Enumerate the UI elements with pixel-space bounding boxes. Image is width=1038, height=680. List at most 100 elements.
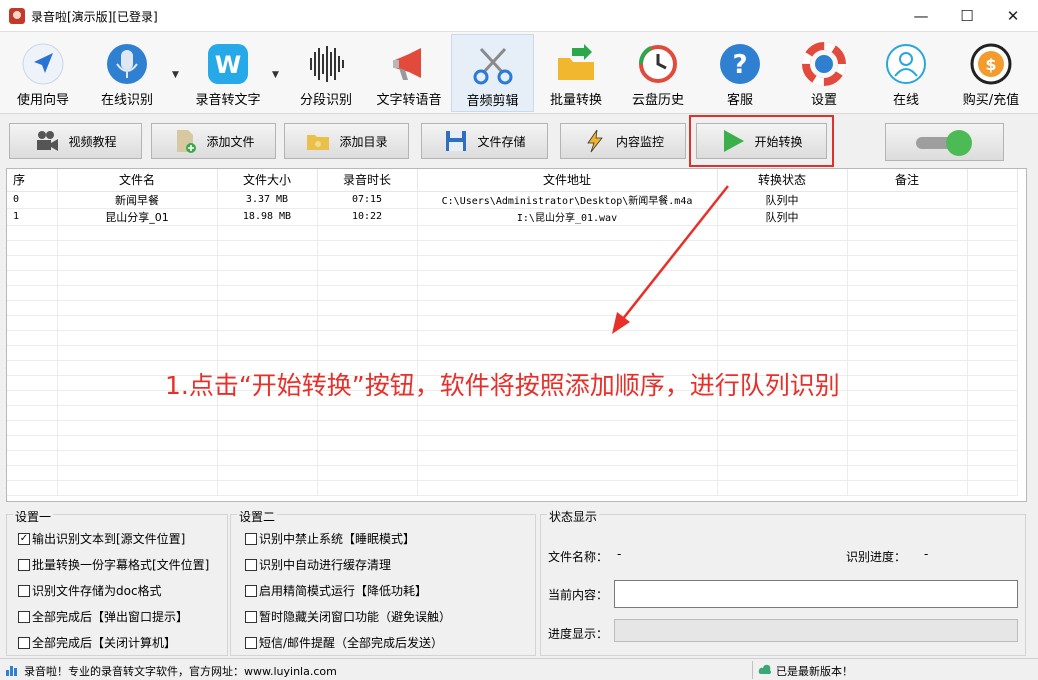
app-logo-icon bbox=[9, 8, 25, 24]
maximize-button[interactable]: ☐ bbox=[944, 0, 990, 32]
add-file-button[interactable]: 添加文件 bbox=[151, 123, 276, 159]
cell-index: 1 bbox=[7, 208, 58, 226]
waveform-icon bbox=[310, 46, 344, 82]
checkbox-lite-mode[interactable]: 启用精简模式运行【降低功耗】 bbox=[245, 582, 427, 599]
online-recognize-dropdown-icon[interactable]: ▼ bbox=[172, 70, 179, 80]
checkbox-no-sleep[interactable]: 识别中禁止系统【睡眠模式】 bbox=[245, 530, 415, 547]
empty-row bbox=[7, 420, 1018, 436]
table-row[interactable]: 0 新闻早餐 3.37 MB 07:15 C:\Users\Administra… bbox=[7, 191, 1018, 209]
empty-row bbox=[7, 255, 1018, 271]
toolbar-customer-service-button[interactable]: ? 客服 bbox=[710, 34, 770, 112]
progress-bar bbox=[614, 619, 1018, 642]
progress-display-label: 进度显示： bbox=[548, 627, 609, 641]
column-header-path[interactable]: 文件地址 bbox=[417, 169, 718, 192]
checkbox-box[interactable] bbox=[18, 636, 30, 649]
checkbox-shutdown-on-done[interactable]: 全部完成后【关闭计算机】 bbox=[18, 634, 176, 651]
checkbox-sms-email[interactable]: 短信/邮件提醒（全部完成后发送） bbox=[245, 634, 443, 651]
clock-history-icon bbox=[639, 45, 677, 83]
progress-value: - bbox=[924, 547, 929, 561]
file-storage-button[interactable]: 文件存储 bbox=[421, 123, 548, 159]
column-header-filesize[interactable]: 文件大小 bbox=[217, 169, 318, 192]
toolbar-online-button[interactable]: 在线 bbox=[876, 34, 936, 112]
file-name-label: 文件名称： bbox=[548, 550, 609, 564]
navigation-arrow-icon bbox=[22, 43, 64, 85]
checkbox-box[interactable] bbox=[245, 532, 257, 545]
add-folder-button[interactable]: 添加目录 bbox=[284, 123, 409, 159]
toolbar-purchase-button[interactable]: $ 购买/充值 bbox=[954, 34, 1028, 112]
checkbox-save-doc[interactable]: 识别文件存储为doc格式 bbox=[18, 582, 162, 599]
checkbox-hide-close[interactable]: 暂时隐藏关闭窗口功能（避免误触） bbox=[245, 608, 451, 625]
checkbox-box[interactable] bbox=[18, 584, 30, 597]
bar-chart-icon bbox=[6, 666, 17, 676]
column-header-filename[interactable]: 文件名 bbox=[57, 169, 218, 192]
empty-row bbox=[7, 405, 1018, 421]
minimize-button[interactable]: — bbox=[898, 0, 944, 32]
empty-row bbox=[7, 465, 1018, 481]
empty-row bbox=[7, 345, 1018, 361]
empty-row bbox=[7, 435, 1018, 451]
empty-row bbox=[7, 300, 1018, 316]
empty-row bbox=[7, 315, 1018, 331]
content-monitor-button[interactable]: 内容监控 bbox=[560, 123, 686, 159]
close-button[interactable]: ✕ bbox=[990, 0, 1036, 32]
cell-duration: 07:15 bbox=[317, 191, 418, 209]
checkbox-popup-on-done[interactable]: 全部完成后【弹出窗口提示】 bbox=[18, 608, 188, 625]
empty-row bbox=[7, 285, 1018, 301]
checkbox-box[interactable] bbox=[245, 558, 257, 571]
checkbox-cache-clean[interactable]: 识别中自动进行缓存清理 bbox=[245, 556, 391, 573]
checkbox-box[interactable] bbox=[245, 584, 257, 597]
main-toolbar: 使用向导 在线识别 ▼ W 录音转文字 ▼ 分段识别 文字转语音 音频剪辑 批量… bbox=[0, 32, 1038, 114]
cell-filesize: 3.37 MB bbox=[217, 191, 318, 209]
toolbar-batch-convert-button[interactable]: 批量转换 bbox=[542, 34, 610, 112]
audio-to-text-dropdown-icon[interactable]: ▼ bbox=[272, 70, 279, 80]
cell-filler bbox=[967, 208, 1018, 226]
checkbox-box[interactable] bbox=[245, 610, 257, 623]
checkbox-box[interactable] bbox=[245, 636, 257, 649]
checkbox-box[interactable] bbox=[18, 558, 30, 571]
scissors-icon bbox=[473, 47, 512, 85]
microphone-icon bbox=[107, 44, 147, 84]
cell-status: 队列中 bbox=[717, 208, 848, 226]
current-content-field[interactable] bbox=[614, 580, 1018, 608]
table-header-row: 序 文件名 文件大小 录音时长 文件地址 转换状态 备注 bbox=[7, 169, 1018, 192]
svg-text:$: $ bbox=[985, 55, 996, 74]
toolbar-audio-edit-button[interactable]: 音频剪辑 bbox=[451, 34, 534, 112]
file-name-value: - bbox=[617, 547, 622, 561]
cell-filename: 新闻早餐 bbox=[57, 191, 218, 209]
checkbox-box[interactable] bbox=[18, 610, 30, 623]
column-header-status[interactable]: 转换状态 bbox=[717, 169, 848, 192]
checkbox-box[interactable]: ✓ bbox=[18, 532, 30, 545]
column-header-notes[interactable]: 备注 bbox=[847, 169, 968, 192]
toolbar-settings-button[interactable]: 设置 bbox=[794, 34, 854, 112]
cell-duration: 10:22 bbox=[317, 208, 418, 226]
help-question-icon: ? bbox=[720, 44, 760, 84]
w-app-icon: W bbox=[208, 44, 248, 84]
table-row[interactable]: 1 昆山分享_01 18.98 MB 10:22 I:\昆山分享_01.wav … bbox=[7, 208, 1018, 226]
status-bar-divider bbox=[752, 661, 753, 679]
empty-row bbox=[7, 240, 1018, 256]
video-tutorial-button[interactable]: 视频教程 bbox=[9, 123, 142, 159]
checkbox-output-to-source[interactable]: ✓ 输出识别文本到[源文件位置] bbox=[18, 530, 185, 547]
column-header-index[interactable]: 序 bbox=[7, 169, 58, 192]
toolbar-cloud-history-button[interactable]: 云盘历史 bbox=[624, 34, 692, 112]
empty-row bbox=[7, 225, 1018, 241]
toolbar-segment-recognize-button[interactable]: 分段识别 bbox=[292, 34, 360, 112]
empty-row bbox=[7, 450, 1018, 466]
dollar-coin-icon: $ bbox=[970, 43, 1012, 85]
toolbar-guide-button[interactable]: 使用向导 bbox=[8, 34, 78, 112]
toolbar-audio-to-text-button[interactable]: W 录音转文字 bbox=[188, 34, 268, 112]
cell-path: I:\昆山分享_01.wav bbox=[417, 208, 718, 226]
toolbar-text-to-speech-button[interactable]: 文字转语音 bbox=[370, 34, 448, 112]
checkbox-batch-subtitle[interactable]: 批量转换一份字幕格式[文件位置] bbox=[18, 556, 209, 573]
add-file-icon bbox=[177, 130, 197, 153]
current-content-label: 当前内容： bbox=[548, 588, 609, 602]
cell-index: 0 bbox=[7, 191, 58, 209]
status-bar: 录音啦！专业的录音转文字软件，官方网址：www.luyinla.com 已是最新… bbox=[0, 658, 1038, 680]
column-header-duration[interactable]: 录音时长 bbox=[317, 169, 418, 192]
mode-toggle-switch[interactable] bbox=[885, 123, 1004, 161]
empty-row bbox=[7, 480, 1018, 496]
cell-filesize: 18.98 MB bbox=[217, 208, 318, 226]
settings-group-1-title: 设置一 bbox=[13, 508, 54, 525]
cell-path: C:\Users\Administrator\Desktop\新闻早餐.m4a bbox=[417, 191, 718, 209]
toolbar-online-recognize-button[interactable]: 在线识别 bbox=[92, 34, 162, 112]
